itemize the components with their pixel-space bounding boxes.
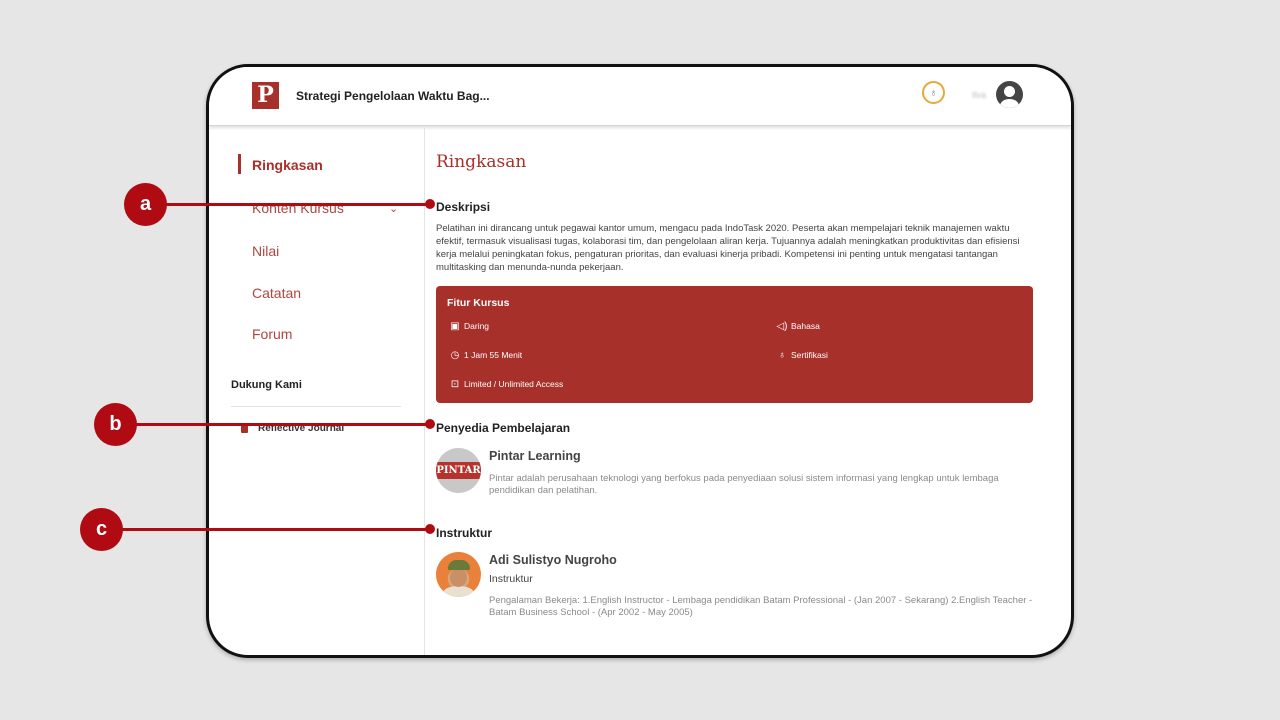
instructor-experience: Pengalaman Bekerja: 1.English Instructor… — [489, 595, 1033, 618]
callout-line-b — [115, 423, 430, 426]
description-text: Pelatihan ini dirancang untuk pegawai ka… — [436, 223, 1020, 273]
provider-logo: PINTAR — [436, 448, 481, 493]
callout-badge-c: c — [80, 508, 123, 551]
main-content: Ringkasan Deskripsi Pelatihan ini diranc… — [425, 126, 1071, 655]
user-name: Ilva — [972, 90, 987, 100]
device-frame: P Strategi Pengelolaan Waktu Bag... ♁ Il… — [206, 64, 1074, 658]
active-indicator — [238, 154, 241, 174]
sidebar-item-forum[interactable]: Forum — [252, 326, 292, 342]
support-title: Dukung Kami — [231, 379, 302, 391]
award-icon: ♁ — [778, 349, 786, 361]
page-title: Ringkasan — [436, 152, 527, 172]
callout-dot-b — [425, 419, 435, 429]
feature-duration: ◷ 1 Jam 55 Menit — [450, 349, 523, 361]
journal-icon — [241, 425, 248, 433]
feature-sertifikasi: ♁ Sertifikasi — [776, 349, 828, 361]
instructor-title: Instruktur — [436, 526, 493, 540]
app-logo[interactable]: P — [252, 82, 279, 109]
sidebar-item-nilai[interactable]: Nilai — [252, 243, 279, 259]
course-title: Strategi Pengelolaan Waktu Bag... — [296, 89, 490, 103]
lock-icon: ⊡ — [450, 378, 460, 390]
clock-icon: ◷ — [450, 349, 460, 361]
callout-badge-a: a — [124, 183, 167, 226]
feature-bahasa: ◁) Bahasa — [776, 320, 820, 332]
provider-title: Penyedia Pembelajaran — [436, 421, 571, 435]
feature-daring: ▣ Daring — [450, 320, 490, 332]
speaker-icon: ◁) — [776, 320, 788, 332]
callout-dot-c — [425, 524, 435, 534]
instructor-name: Adi Sulistyo Nugroho — [489, 553, 617, 567]
instructor-photo — [436, 552, 481, 597]
monitor-icon: ▣ — [450, 320, 460, 332]
divider — [231, 406, 401, 407]
feature-access: ⊡ Limited / Unlimited Access — [450, 378, 564, 390]
instructor-role: Instruktur — [489, 573, 533, 585]
user-avatar-icon[interactable] — [996, 81, 1023, 108]
features-title: Fitur Kursus — [447, 297, 510, 309]
course-features-panel: Fitur Kursus ▣ Daring ◁) Bahasa ◷ 1 Jam … — [436, 286, 1033, 403]
provider-description: Pintar adalah perusahaan teknologi yang … — [489, 473, 999, 496]
sidebar-item-ringkasan[interactable]: Ringkasan — [252, 157, 323, 173]
achievement-badge-icon[interactable]: ♁ — [922, 81, 945, 104]
callout-line-c — [101, 528, 430, 531]
callout-line-a — [145, 203, 430, 206]
callout-dot-a — [425, 199, 435, 209]
callout-badge-b: b — [94, 403, 137, 446]
description-title: Deskripsi — [436, 200, 491, 214]
sidebar-item-catatan[interactable]: Catatan — [252, 285, 301, 301]
top-bar: P Strategi Pengelolaan Waktu Bag... ♁ Il… — [209, 67, 1071, 126]
provider-name: Pintar Learning — [489, 449, 581, 463]
